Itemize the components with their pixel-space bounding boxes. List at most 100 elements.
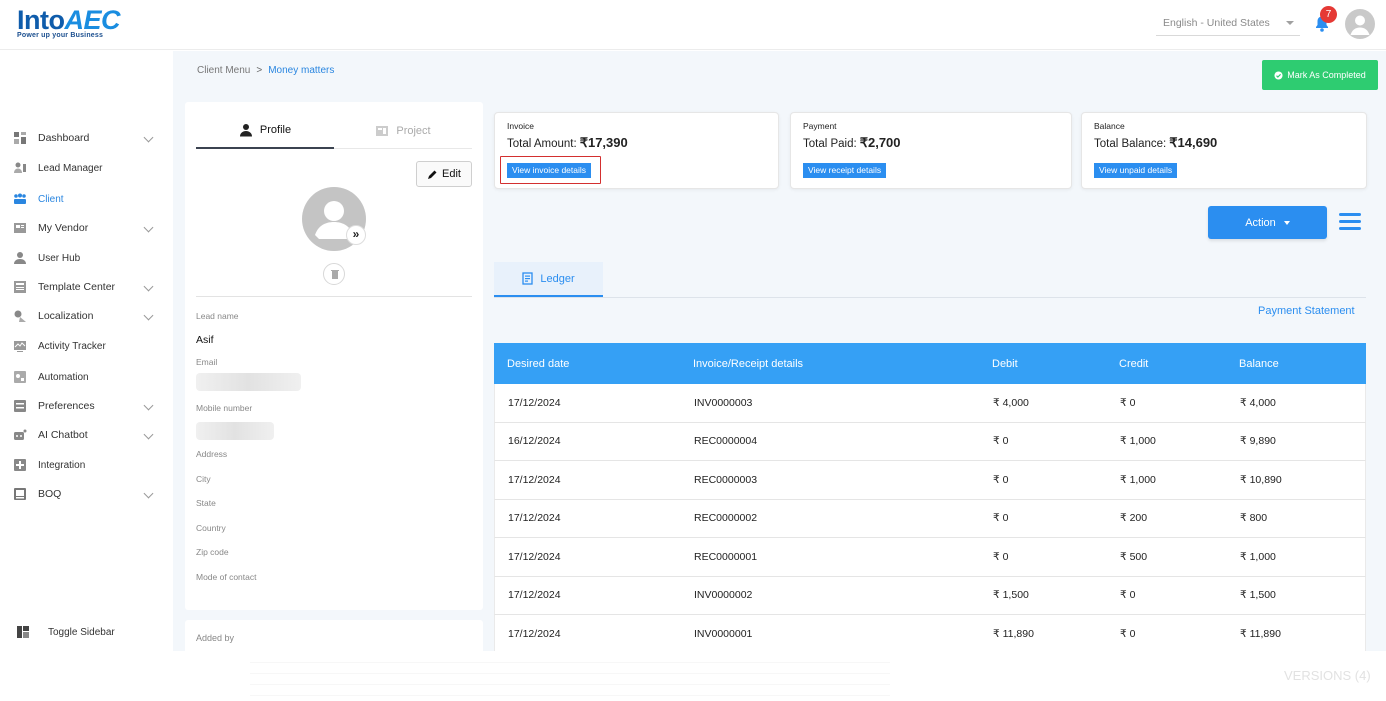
table-cell: ₹ 0 bbox=[993, 512, 1009, 525]
caret-down-icon bbox=[1283, 220, 1290, 225]
sidebar-item-user-hub[interactable]: User Hub bbox=[0, 245, 173, 271]
sidebar-item-label: Template Center bbox=[38, 281, 116, 293]
sidebar-item-label: Localization bbox=[38, 310, 94, 322]
table-cell: INV0000003 bbox=[694, 396, 753, 409]
table-header: Desired date Invoice/Receipt details Deb… bbox=[494, 343, 1366, 384]
boq-icon bbox=[14, 488, 26, 500]
delete-avatar-button[interactable] bbox=[323, 263, 345, 285]
ledger-table: Desired date Invoice/Receipt details Deb… bbox=[494, 343, 1366, 654]
payment-summary-card: Payment Total Paid: ₹2,700 View receipt d… bbox=[790, 112, 1072, 189]
table-row[interactable]: 17/12/2024 INV0000002 ₹ 1,500 ₹ 0 ₹ 1,50… bbox=[494, 576, 1366, 615]
chevron-down-icon bbox=[1286, 21, 1294, 25]
pencil-icon bbox=[428, 170, 437, 179]
toggle-sidebar-button[interactable]: Toggle Sidebar bbox=[0, 622, 173, 644]
table-cell: ₹ 1,000 bbox=[1120, 473, 1156, 486]
sidebar-item-preferences[interactable]: Preferences bbox=[0, 393, 173, 419]
tab-project[interactable]: Project bbox=[334, 113, 472, 149]
sidebar-item-label: Integration bbox=[38, 459, 86, 471]
app-logo[interactable]: IntoAEC Power up your Business bbox=[17, 6, 120, 39]
table-cell: ₹ 1,500 bbox=[993, 589, 1029, 602]
person-icon bbox=[239, 124, 252, 137]
vendor-icon bbox=[14, 223, 26, 233]
view-receipt-details-button[interactable]: View receipt details bbox=[803, 163, 887, 178]
chevron-down-icon bbox=[143, 281, 154, 292]
tab-divider bbox=[494, 297, 1366, 298]
payment-statement-link[interactable]: Payment Statement bbox=[1258, 305, 1355, 317]
avatar-expand-icon[interactable]: » bbox=[346, 225, 366, 245]
table-row[interactable]: 17/12/2024 REC0000001 ₹ 0 ₹ 500 ₹ 1,000 bbox=[494, 538, 1366, 577]
localization-icon bbox=[14, 310, 26, 322]
action-label: Action bbox=[1245, 216, 1276, 229]
sidebar-item-boq[interactable]: BOQ bbox=[0, 481, 173, 507]
view-unpaid-details-button[interactable]: View unpaid details bbox=[1094, 163, 1178, 178]
sidebar-item-label: Client bbox=[38, 193, 64, 205]
sidebar-item-lead-manager[interactable]: Lead Manager bbox=[0, 155, 173, 181]
table-cell: ₹ 0 bbox=[1120, 589, 1136, 602]
table-row[interactable]: 17/12/2024 REC0000002 ₹ 0 ₹ 200 ₹ 800 bbox=[494, 499, 1366, 538]
table-row[interactable]: 17/12/2024 INV0000001 ₹ 11,890 ₹ 0 ₹ 11,… bbox=[494, 615, 1366, 654]
activity-icon bbox=[14, 341, 26, 352]
tab-profile-label: Profile bbox=[259, 124, 292, 136]
integration-icon bbox=[14, 459, 26, 471]
table-cell: REC0000001 bbox=[694, 550, 758, 563]
top-header: IntoAEC Power up your Business English -… bbox=[0, 0, 1386, 50]
sidebar-item-label: Automation bbox=[38, 371, 89, 383]
edit-label: Edit bbox=[442, 168, 461, 180]
mobile-label: Mobile number bbox=[196, 403, 253, 413]
sidebar-item-template-center[interactable]: Template Center bbox=[0, 274, 173, 300]
balance-summary-card: Balance Total Balance: ₹14,690 View unpai… bbox=[1081, 112, 1367, 189]
edit-button[interactable]: Edit bbox=[416, 161, 472, 187]
tab-ledger[interactable]: Ledger bbox=[494, 262, 603, 297]
table-cell: 17/12/2024 bbox=[508, 627, 561, 640]
notification-badge: 7 bbox=[1320, 6, 1337, 23]
sidebar-item-integration[interactable]: Integration bbox=[0, 452, 173, 478]
table-cell: ₹ 200 bbox=[1120, 512, 1148, 525]
language-value: English - United States bbox=[1163, 17, 1270, 29]
tab-profile[interactable]: Profile bbox=[196, 113, 334, 149]
mobile-value-redacted bbox=[196, 422, 274, 440]
table-cell: ₹ 1,500 bbox=[1240, 589, 1276, 602]
sidebar-item-dashboard[interactable]: Dashboard bbox=[0, 125, 173, 151]
table-row[interactable]: 16/12/2024 REC0000004 ₹ 0 ₹ 1,000 ₹ 9,89… bbox=[494, 422, 1366, 461]
language-select[interactable]: English - United States bbox=[1156, 14, 1300, 36]
check-icon bbox=[1274, 70, 1283, 80]
table-cell: REC0000004 bbox=[694, 435, 758, 448]
column-header[interactable]: Debit bbox=[992, 343, 1018, 384]
user-avatar[interactable] bbox=[1345, 9, 1375, 39]
mark-as-completed-button[interactable]: Mark As Completed bbox=[1262, 60, 1378, 90]
table-cell: 17/12/2024 bbox=[508, 550, 561, 563]
column-header[interactable]: Invoice/Receipt details bbox=[693, 343, 803, 384]
lead-name-label: Lead name bbox=[196, 311, 239, 321]
city-label: City bbox=[196, 474, 211, 484]
logo-text: Into bbox=[17, 5, 65, 35]
sidebar-item-localization[interactable]: Localization bbox=[0, 303, 173, 329]
project-icon bbox=[376, 125, 389, 136]
state-label: State bbox=[196, 498, 216, 508]
breadcrumb-current[interactable]: Money matters bbox=[268, 65, 334, 76]
table-row[interactable]: 17/12/2024 INV0000003 ₹ 4,000 ₹ 0 ₹ 4,00… bbox=[494, 384, 1366, 423]
table-cell: 16/12/2024 bbox=[508, 435, 561, 448]
sidebar-item-activity-tracker[interactable]: Activity Tracker bbox=[0, 333, 173, 359]
address-label: Address bbox=[196, 449, 228, 459]
chevron-down-icon bbox=[143, 310, 154, 321]
logo-accent: AEC bbox=[64, 5, 120, 35]
sidebar-item-my-vendor[interactable]: My Vendor bbox=[0, 215, 173, 241]
versions-label[interactable]: VERSIONS (4) bbox=[1284, 668, 1371, 683]
column-header[interactable]: Balance bbox=[1239, 343, 1279, 384]
column-header[interactable]: Credit bbox=[1119, 343, 1148, 384]
toggle-sidebar-label: Toggle Sidebar bbox=[48, 627, 115, 638]
sidebar-item-automation[interactable]: Automation bbox=[0, 364, 173, 390]
column-header[interactable]: Desired date bbox=[507, 343, 569, 384]
breadcrumb-parent[interactable]: Client Menu bbox=[197, 65, 250, 76]
sidebar-item-label: My Vendor bbox=[38, 222, 89, 234]
table-row[interactable]: 17/12/2024 REC0000003 ₹ 0 ₹ 1,000 ₹ 10,8… bbox=[494, 461, 1366, 500]
action-dropdown-button[interactable]: Action bbox=[1208, 206, 1327, 239]
contact-mode-label: Mode of contact bbox=[196, 572, 257, 582]
chevron-down-icon bbox=[143, 132, 154, 143]
chevron-down-icon bbox=[143, 488, 154, 499]
sidebar-item-client[interactable]: Client bbox=[0, 186, 173, 212]
table-cell: INV0000002 bbox=[694, 589, 753, 602]
menu-icon[interactable] bbox=[1339, 213, 1361, 231]
sidebar-item-ai-chatbot[interactable]: AI Chatbot bbox=[0, 422, 173, 448]
table-cell: ₹ 800 bbox=[1240, 512, 1268, 525]
